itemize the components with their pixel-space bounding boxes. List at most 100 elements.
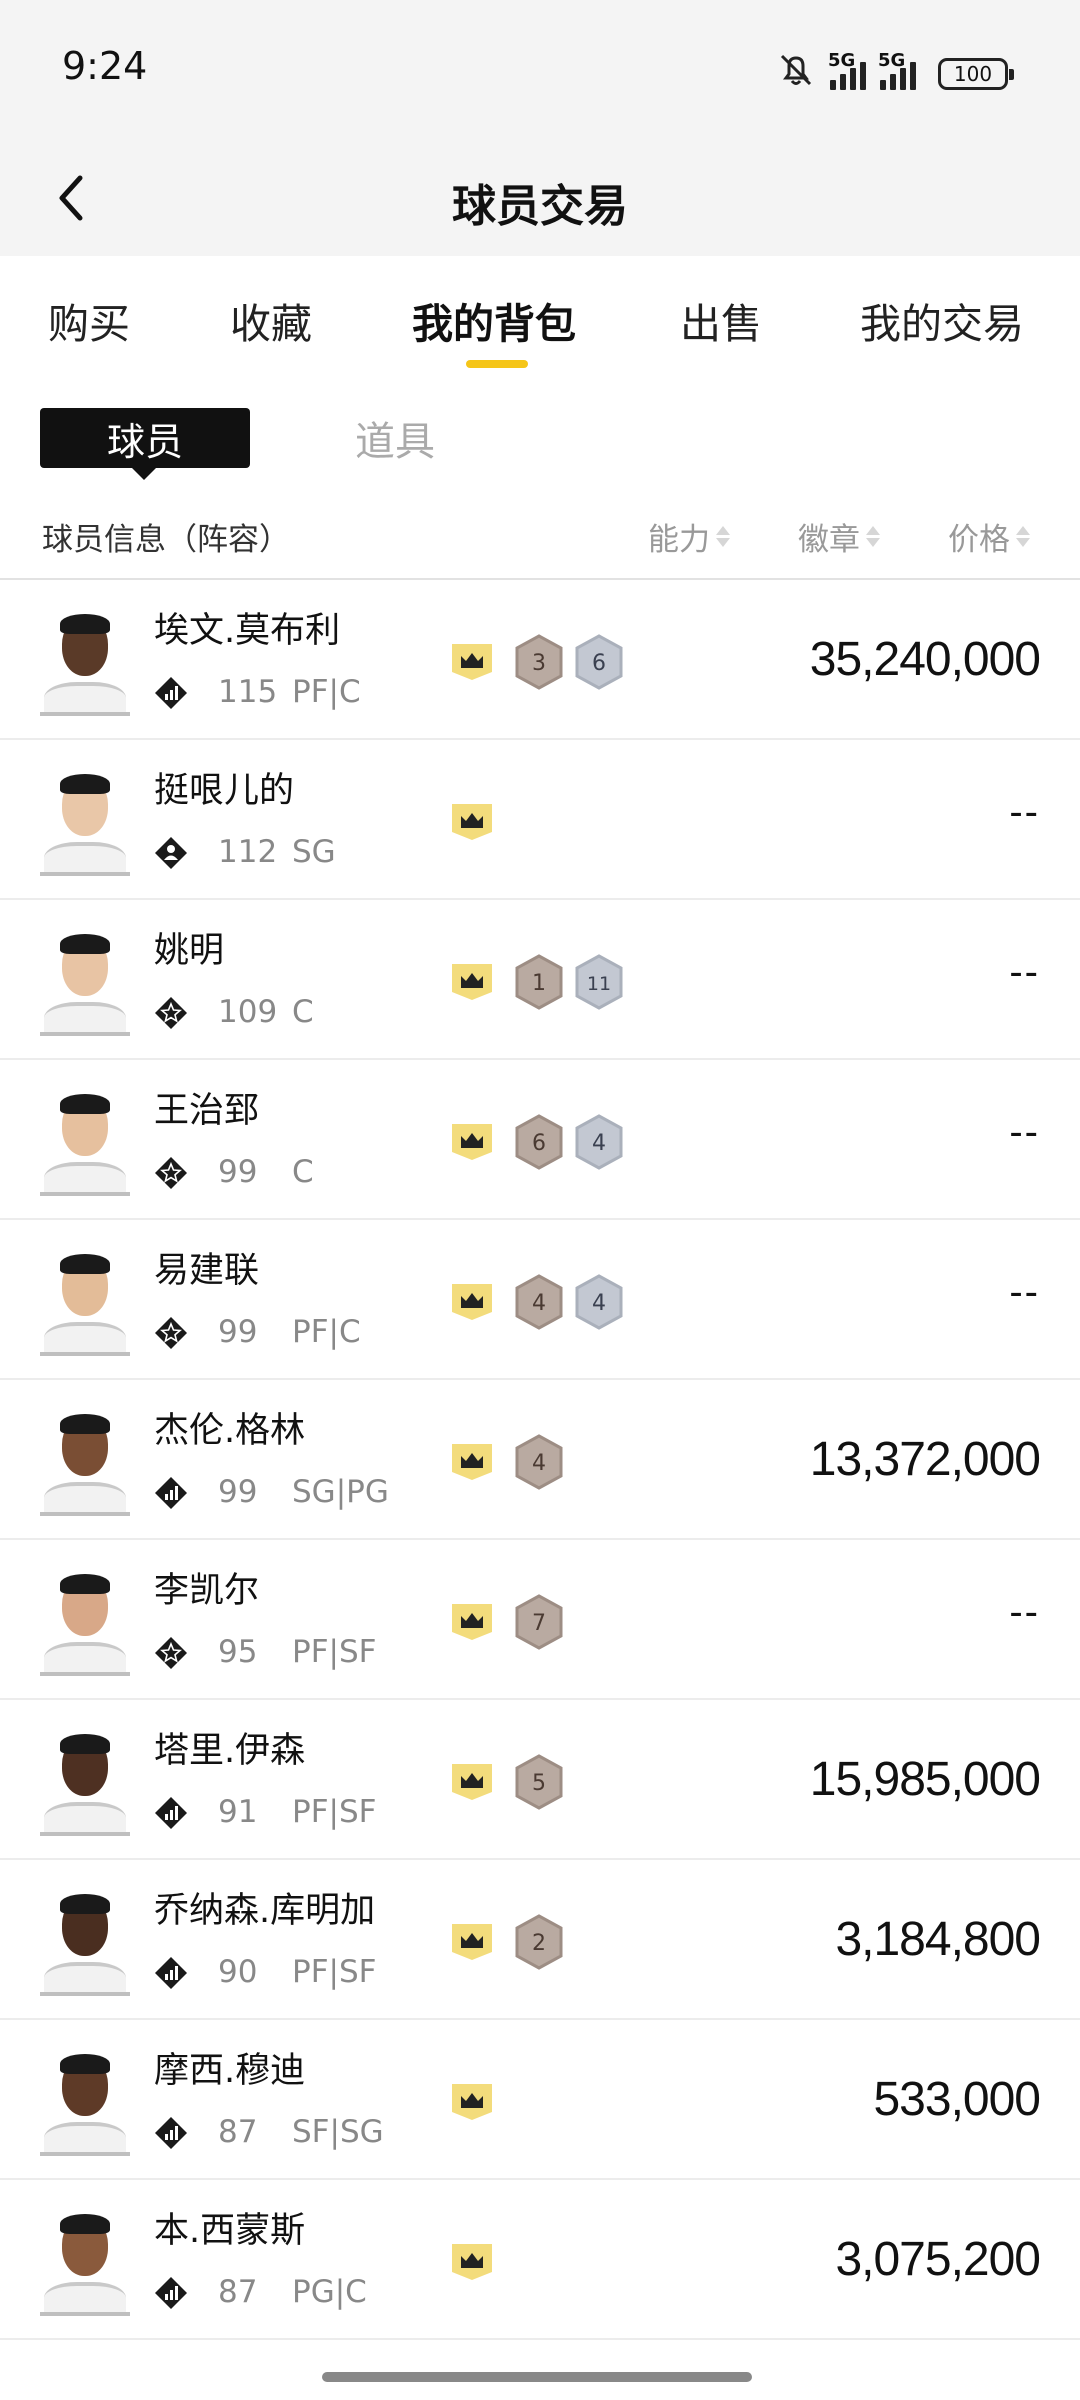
player-ability: 99	[218, 1154, 258, 1190]
player-name: 易建联	[154, 1251, 260, 1291]
player-avatar	[40, 2046, 130, 2156]
crown-badge-icon	[452, 1764, 492, 1800]
player-price: --	[1009, 1590, 1040, 1634]
player-price: 533,000	[873, 2073, 1041, 2126]
player-row[interactable]: 李凯尔 95 PF|SF 7 --	[0, 1540, 1080, 1700]
player-ability: 99	[218, 1314, 258, 1350]
tier-icon	[154, 1316, 188, 1350]
player-row[interactable]: 杰伦.格林 99 SG|PG 4 13,372,000	[0, 1380, 1080, 1540]
player-avatar	[40, 2206, 130, 2316]
tier-icon	[154, 1476, 188, 1510]
player-position: PF|C	[292, 1314, 361, 1350]
player-name: 塔里.伊森	[154, 1731, 306, 1771]
player-price: 35,240,000	[809, 633, 1041, 686]
sort-ability-button[interactable]: 能力	[648, 514, 730, 559]
sort-arrows-icon	[716, 526, 730, 547]
tier-icon	[154, 1956, 188, 1990]
player-name: 埃文.莫布利	[154, 611, 341, 651]
bronze-badge-icon: 4	[515, 1274, 563, 1330]
badge-count: 5	[532, 1771, 546, 1796]
player-price: 3,075,200	[835, 2233, 1041, 2286]
player-price: 13,372,000	[809, 1433, 1041, 1486]
player-ability: 91	[218, 1794, 258, 1830]
player-position: PF|C	[292, 674, 361, 710]
tab-my-trades[interactable]: 我的交易	[860, 290, 1024, 350]
bronze-badge-icon: 5	[515, 1754, 563, 1810]
player-position: C	[292, 994, 314, 1030]
player-position: PF|SF	[292, 1794, 377, 1830]
player-row[interactable]: 乔纳森.库明加 90 PF|SF 2 3,184,800	[0, 1860, 1080, 2020]
active-tab-indicator	[466, 360, 528, 368]
bronze-badge-icon: 3	[515, 634, 563, 690]
player-avatar	[40, 766, 130, 876]
crown-badge-icon	[452, 964, 492, 1000]
badge-count: 7	[532, 1611, 546, 1636]
tier-icon	[154, 836, 188, 870]
sort-badge-button[interactable]: 徽章	[798, 514, 880, 559]
player-row[interactable]: 易建联 99 PF|C 4 4 --	[0, 1220, 1080, 1380]
player-ability: 99	[218, 1474, 258, 1510]
player-name: 摩西.穆迪	[154, 2051, 306, 2091]
player-position: PF|SF	[292, 1634, 377, 1670]
silver-badge-icon: 4	[575, 1274, 623, 1330]
player-row[interactable]: 姚明 109 C 1 11 --	[0, 900, 1080, 1060]
crown-badge-icon	[452, 1444, 492, 1480]
column-price-label: 价格	[948, 522, 1010, 558]
tab-buy[interactable]: 购买	[48, 290, 130, 350]
network-label-1: 5G	[828, 50, 856, 71]
player-avatar	[40, 1086, 130, 1196]
player-avatar	[40, 1726, 130, 1836]
badge-count: 6	[592, 651, 606, 676]
player-name: 乔纳森.库明加	[154, 1891, 376, 1931]
tab-favorites[interactable]: 收藏	[230, 290, 312, 350]
player-row[interactable]: 塔里.伊森 91 PF|SF 5 15,985,000	[0, 1700, 1080, 1860]
player-name: 李凯尔	[154, 1571, 260, 1611]
badge-count: 6	[532, 1131, 546, 1156]
crown-badge-icon	[452, 804, 492, 840]
player-list: 埃文.莫布利 115 PF|C 3 6 35,240,000 挺哏儿的 112 SG -- 姚明 10…	[0, 580, 1080, 2340]
home-indicator[interactable]	[322, 2372, 752, 2382]
battery-level: 100	[953, 62, 993, 86]
sub-tabs: 球员 道具	[0, 376, 1080, 480]
badge-count: 4	[532, 1291, 546, 1316]
subtab-items[interactable]: 道具	[330, 408, 460, 468]
main-tabs: 购买 收藏 我的背包 出售 我的交易	[0, 256, 1080, 376]
badge-count: 11	[587, 973, 611, 995]
sort-arrows-icon	[1016, 526, 1030, 547]
crown-badge-icon	[452, 1604, 492, 1640]
player-row[interactable]: 埃文.莫布利 115 PF|C 3 6 35,240,000	[0, 580, 1080, 740]
signal-icon-1: 5G	[828, 50, 866, 90]
player-name: 王治郅	[154, 1091, 260, 1131]
player-avatar	[40, 1886, 130, 1996]
subtab-players[interactable]: 球员	[40, 408, 250, 480]
player-row[interactable]: 挺哏儿的 112 SG --	[0, 740, 1080, 900]
player-row[interactable]: 本.西蒙斯 87 PG|C 3,075,200	[0, 2180, 1080, 2340]
tier-icon	[154, 1636, 188, 1670]
sort-price-button[interactable]: 价格	[948, 514, 1030, 559]
tier-icon	[154, 2116, 188, 2150]
player-row[interactable]: 摩西.穆迪 87 SF|SG 533,000	[0, 2020, 1080, 2180]
signal-icon-2: 5G	[878, 50, 916, 90]
badge-count: 2	[532, 1931, 546, 1956]
player-avatar	[40, 1246, 130, 1356]
silver-badge-icon: 6	[575, 634, 623, 690]
bronze-badge-icon: 2	[515, 1914, 563, 1970]
player-ability: 95	[218, 1634, 258, 1670]
crown-badge-icon	[452, 1124, 492, 1160]
column-player-info: 球员信息（阵容）	[42, 522, 290, 558]
status-time: 9:24	[62, 44, 148, 88]
player-avatar	[40, 1566, 130, 1676]
player-row[interactable]: 王治郅 99 C 6 4 --	[0, 1060, 1080, 1220]
player-price: --	[1009, 950, 1040, 994]
player-name: 本.西蒙斯	[154, 2211, 306, 2251]
crown-badge-icon	[452, 1924, 492, 1960]
network-label-2: 5G	[878, 50, 906, 71]
tab-my-backpack[interactable]: 我的背包	[412, 290, 576, 350]
status-bar: 9:24 5G 5G 100	[0, 0, 1080, 140]
badge-count: 1	[532, 971, 546, 996]
player-price: --	[1009, 790, 1040, 834]
tab-sell[interactable]: 出售	[680, 290, 762, 350]
sort-arrows-icon	[866, 526, 880, 547]
crown-badge-icon	[452, 644, 492, 680]
column-headers: 球员信息（阵容） 能力 徽章 价格	[0, 496, 1080, 580]
